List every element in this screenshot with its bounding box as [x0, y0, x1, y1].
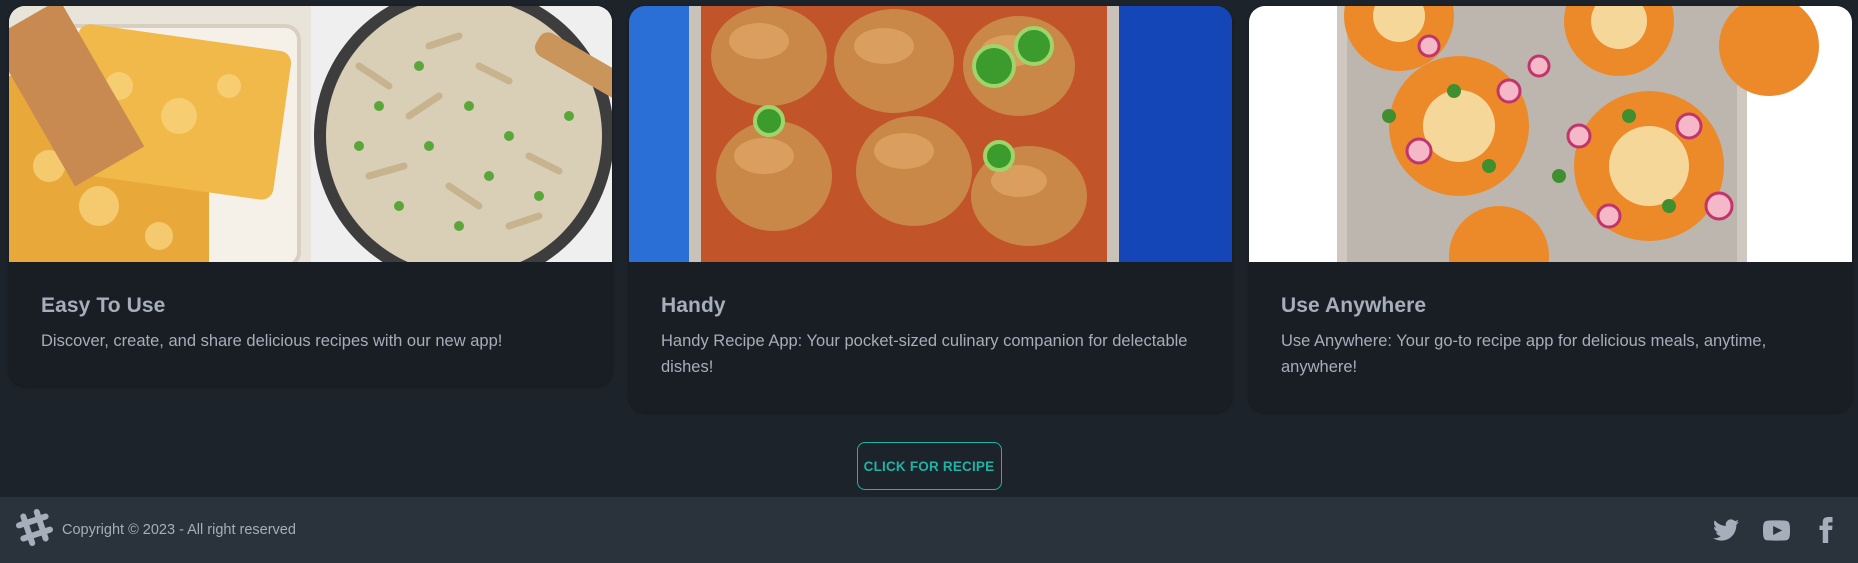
- feature-cards: Easy To Use Discover, create, and share …: [9, 6, 1852, 412]
- cta-container: CLICK FOR RECIPE: [0, 442, 1858, 490]
- card-description: Discover, create, and share delicious re…: [41, 332, 503, 350]
- card-image-sliders: [629, 6, 1232, 262]
- footer: Copyright © 2023 - All right reserved: [0, 497, 1858, 563]
- card-description: Handy Recipe App: Your pocket-sized culi…: [661, 332, 1188, 376]
- social-links: [1712, 516, 1840, 544]
- card-title: Easy To Use: [41, 294, 166, 317]
- feature-card-handy: Handy Handy Recipe App: Your pocket-size…: [629, 6, 1232, 412]
- card-description: Use Anywhere: Your go-to recipe app for …: [1281, 332, 1767, 376]
- card-image-tostadas: [1249, 6, 1852, 262]
- facebook-icon[interactable]: [1812, 516, 1840, 544]
- feature-card-use-anywhere: Use Anywhere Use Anywhere: Your go-to re…: [1249, 6, 1852, 412]
- copyright-text: Copyright © 2023 - All right reserved: [62, 522, 296, 538]
- youtube-icon[interactable]: [1762, 516, 1790, 544]
- twitter-icon[interactable]: [1712, 516, 1740, 544]
- feature-card-easy-to-use: Easy To Use Discover, create, and share …: [9, 6, 612, 386]
- click-for-recipe-button[interactable]: CLICK FOR RECIPE: [856, 442, 1002, 490]
- card-title: Use Anywhere: [1281, 294, 1427, 317]
- card-title: Handy: [661, 294, 726, 317]
- hashtag-logo-icon: [16, 509, 54, 551]
- card-image-casserole-pasta: [9, 6, 612, 262]
- footer-brand: Copyright © 2023 - All right reserved: [16, 509, 296, 551]
